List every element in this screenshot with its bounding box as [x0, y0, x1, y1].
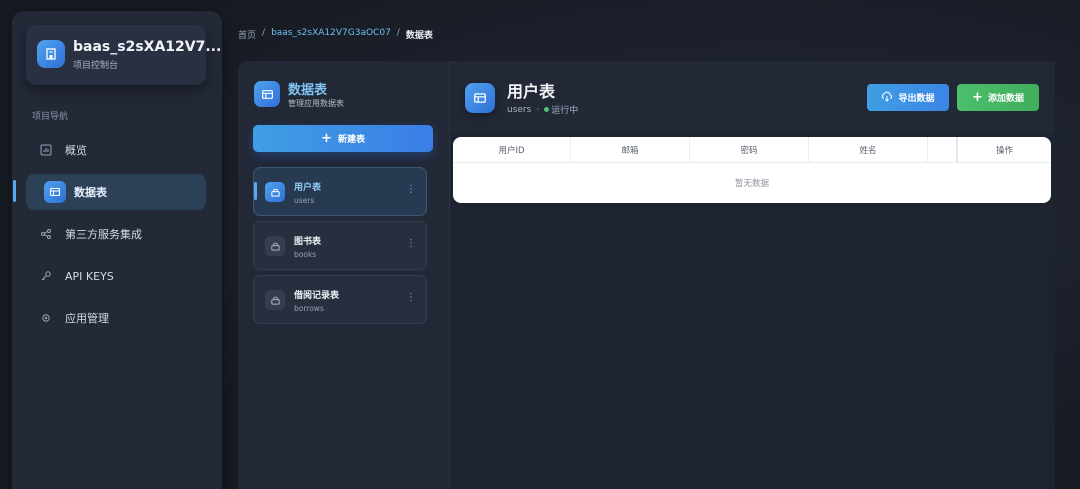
- more-icon[interactable]: ⋮: [406, 185, 416, 195]
- tables-panel-subtitle: 管理应用数据表: [288, 99, 344, 108]
- database-icon: [265, 182, 285, 202]
- share-icon: [39, 227, 53, 241]
- sidebar-item-tables[interactable]: 数据表: [26, 174, 206, 210]
- project-card[interactable]: baas_s2sXA12V7... 项目控制台: [26, 25, 221, 85]
- project-name: baas_s2sXA12V7...: [73, 39, 222, 55]
- sidebar-item-label: 第三方服务集成: [65, 228, 142, 241]
- table-name: 借阅记录表: [294, 291, 340, 301]
- table-card-books[interactable]: 图书表 books ⋮: [253, 221, 427, 270]
- table-icon: [44, 181, 66, 203]
- sidebar-item-api-keys[interactable]: API KEYS: [26, 258, 206, 294]
- project-subtitle: 项目控制台: [73, 61, 119, 71]
- app-root: baas_s2sXA12V7... 项目控制台 项目导航 概览 数据表 第三方服…: [0, 0, 1080, 489]
- main-panel: 用户表 users · 运行中 导出数据 + 添加数据 用户ID 邮箱 密码 姓…: [450, 61, 1055, 489]
- column-header-actions: 操作: [995, 146, 1013, 156]
- table-title: 用户表: [507, 82, 556, 101]
- sidebar-item-label: 概览: [65, 144, 87, 157]
- nav-title: 项目导航: [32, 112, 69, 122]
- cloud-download-icon: [881, 91, 893, 105]
- tables-panel: 数据表 管理应用数据表 + 新建表 用户表 users ⋮ 图书表 books …: [238, 61, 450, 489]
- export-data-button[interactable]: 导出数据: [867, 84, 949, 111]
- more-icon[interactable]: ⋮: [406, 239, 416, 249]
- column-header[interactable]: 用户ID: [453, 137, 571, 163]
- active-nav-indicator: [13, 180, 16, 202]
- sidebar-item-label: API KEYS: [65, 269, 114, 283]
- chart-icon: [39, 143, 53, 157]
- table-name: 图书表: [294, 237, 322, 247]
- sidebar: baas_s2sXA12V7... 项目控制台 项目导航 概览 数据表 第三方服…: [12, 11, 222, 489]
- database-icon: [265, 290, 285, 310]
- table-card-borrows[interactable]: 借阅记录表 borrows ⋮: [253, 275, 427, 324]
- table-header: 用户表 users · 运行中 导出数据 + 添加数据: [450, 61, 1055, 133]
- meta-separator: ·: [536, 104, 540, 115]
- table-key: users: [507, 104, 532, 115]
- breadcrumb-current: 数据表: [405, 31, 433, 41]
- table-icon: [254, 81, 280, 107]
- active-table-indicator: [254, 182, 257, 200]
- breadcrumb-project[interactable]: baas_s2sXA12V7G3aOC07: [271, 28, 391, 41]
- sidebar-item-integrations[interactable]: 第三方服务集成: [26, 216, 206, 252]
- breadcrumb: 首页 / baas_s2sXA12V7G3aOC07 / 数据表: [238, 28, 433, 41]
- breadcrumb-separator: /: [396, 28, 400, 38]
- column-header: [928, 137, 958, 163]
- tables-panel-title: 数据表: [288, 83, 328, 98]
- table-key: users: [294, 196, 315, 205]
- gear-icon: [39, 311, 53, 325]
- breadcrumb-separator: /: [262, 28, 266, 38]
- table-name: 用户表: [294, 183, 322, 193]
- sidebar-item-app-management[interactable]: 应用管理: [26, 300, 206, 336]
- table-card-users[interactable]: 用户表 users ⋮: [253, 167, 427, 216]
- building-icon: [37, 40, 65, 68]
- key-icon: [39, 269, 53, 283]
- add-label: 添加数据: [987, 94, 1024, 104]
- status-dot-icon: [544, 107, 550, 112]
- export-label: 导出数据: [898, 94, 935, 104]
- new-table-button[interactable]: + 新建表: [253, 125, 433, 152]
- table-meta: users · 运行中: [507, 103, 579, 117]
- status-text: 运行中: [551, 106, 579, 116]
- empty-state: 暂无数据: [734, 179, 769, 189]
- table-key: borrows: [294, 304, 324, 313]
- plus-icon: +: [321, 130, 332, 146]
- table-key: books: [294, 250, 317, 259]
- more-icon[interactable]: ⋮: [406, 293, 416, 303]
- column-header[interactable]: 邮箱: [571, 137, 690, 163]
- column-header[interactable]: 密码: [690, 137, 809, 163]
- plus-icon: +: [972, 89, 983, 105]
- sidebar-item-label: 应用管理: [65, 312, 109, 325]
- table-icon: [465, 83, 495, 113]
- breadcrumb-home[interactable]: 首页: [238, 28, 256, 41]
- sidebar-item-label: 数据表: [74, 186, 107, 199]
- table-header-row: 用户ID 邮箱 密码 姓名 操作: [453, 137, 1051, 163]
- data-table: 用户ID 邮箱 密码 姓名 操作 暂无数据: [453, 137, 1051, 203]
- new-table-label: 新建表: [337, 135, 365, 145]
- column-header[interactable]: 姓名: [809, 137, 928, 163]
- sidebar-item-overview[interactable]: 概览: [26, 132, 206, 168]
- add-data-button[interactable]: + 添加数据: [957, 84, 1039, 111]
- database-icon: [265, 236, 285, 256]
